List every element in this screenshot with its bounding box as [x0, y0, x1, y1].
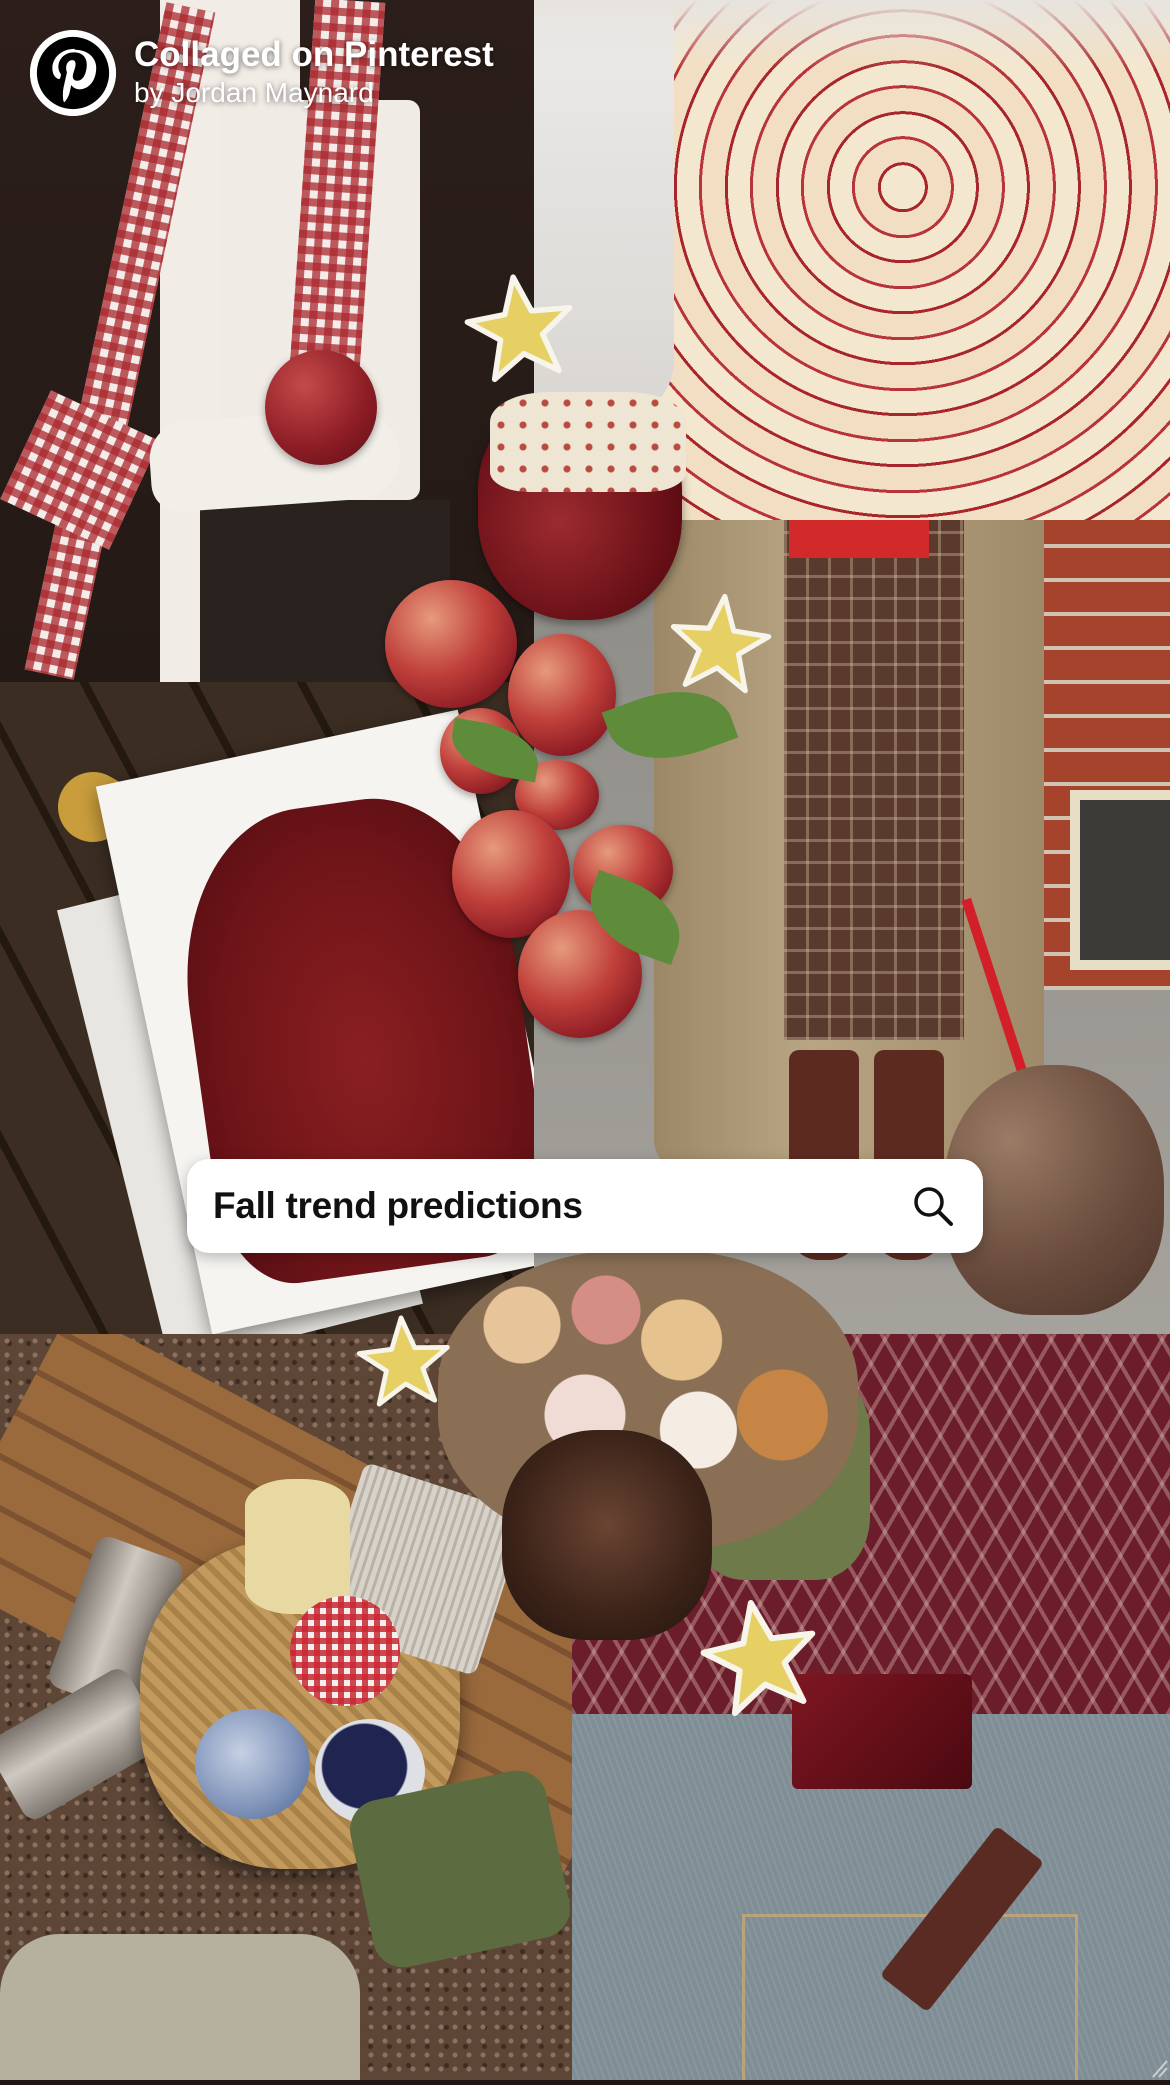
- linen-cloth-top: [534, 0, 1170, 70]
- search-bar[interactable]: Fall trend predictions: [187, 1159, 983, 1253]
- apple: [508, 634, 616, 756]
- collage-title: Collaged on Pinterest: [134, 35, 494, 74]
- gingham-jar-lid: [290, 1596, 400, 1706]
- leather-patch: [792, 1674, 972, 1789]
- search-icon[interactable]: [911, 1184, 955, 1228]
- jam-jar-lid: [490, 392, 686, 492]
- corner-glyph-icon: [1150, 2058, 1170, 2080]
- candle: [245, 1479, 350, 1614]
- khaki-pants: [0, 1934, 360, 2080]
- apple: [385, 580, 517, 708]
- window: [1070, 790, 1170, 970]
- collage-author[interactable]: by Jordan Maynard: [134, 75, 494, 111]
- pin-header: Collaged on Pinterest by Jordan Maynard: [30, 30, 494, 116]
- plaid-skirt: [784, 520, 964, 1040]
- gingham-cuff: [0, 390, 160, 550]
- apple: [265, 350, 377, 465]
- search-query-text[interactable]: Fall trend predictions: [213, 1185, 583, 1227]
- dachshund-puppy: [502, 1430, 712, 1640]
- red-sweater: [789, 520, 929, 558]
- blue-mug: [195, 1709, 310, 1819]
- pinterest-logo-icon[interactable]: [30, 30, 116, 116]
